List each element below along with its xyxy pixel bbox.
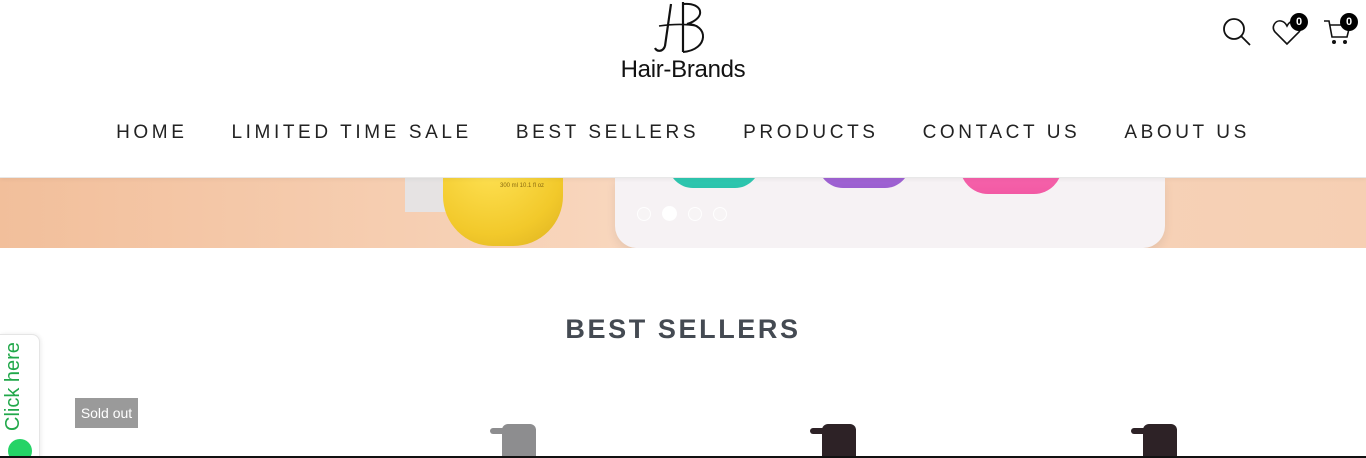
nav-item-contact-us[interactable]: CONTACT US [901, 122, 1103, 144]
main-navigation: HOME LIMITED TIME SALE BEST SELLERS PROD… [0, 122, 1366, 144]
nav-item-limited-time-sale[interactable]: LIMITED TIME SALE [209, 122, 493, 144]
pump-nozzle [810, 428, 828, 434]
header-actions: 0 0 [1220, 12, 1358, 52]
slide-dot-1[interactable] [637, 206, 651, 221]
slide-dot-4[interactable] [713, 206, 727, 221]
slide-dot-3[interactable] [688, 206, 702, 221]
wishlist-button[interactable]: 0 [1270, 13, 1308, 49]
nav-item-about-us[interactable]: ABOUT US [1102, 122, 1272, 144]
cart-button[interactable]: 0 [1320, 13, 1358, 49]
pump-nozzle [1131, 428, 1149, 434]
pump-nozzle [490, 428, 508, 434]
nav-item-products[interactable]: PRODUCTS [721, 122, 900, 144]
site-header: Hair-Brands 0 0 HOME LIMITED TIME SALE B… [0, 0, 1366, 178]
logo-text: Hair-Brands [620, 56, 746, 83]
hero-banner[interactable]: 300 ml 10.1 fl oz [0, 178, 1366, 248]
hb-monogram-logo [654, 1, 704, 53]
bottle-label: 300 ml 10.1 fl oz [500, 183, 545, 189]
cart-count-badge: 0 [1340, 13, 1358, 31]
search-icon[interactable] [1220, 15, 1254, 49]
nav-item-home[interactable]: HOME [94, 122, 209, 144]
site-logo[interactable]: Hair-Brands [610, 0, 756, 90]
slide-dot-2[interactable] [662, 206, 677, 221]
sold-out-badge: Sold out [75, 398, 138, 428]
click-here-label: Click here [2, 342, 24, 431]
slider-pagination [637, 206, 727, 221]
nav-item-best-sellers[interactable]: BEST SELLERS [494, 122, 721, 144]
best-sellers-heading: BEST SELLERS [565, 314, 801, 344]
whatsapp-chat-tab[interactable]: Click here [0, 334, 40, 458]
wishlist-count-badge: 0 [1290, 13, 1308, 31]
